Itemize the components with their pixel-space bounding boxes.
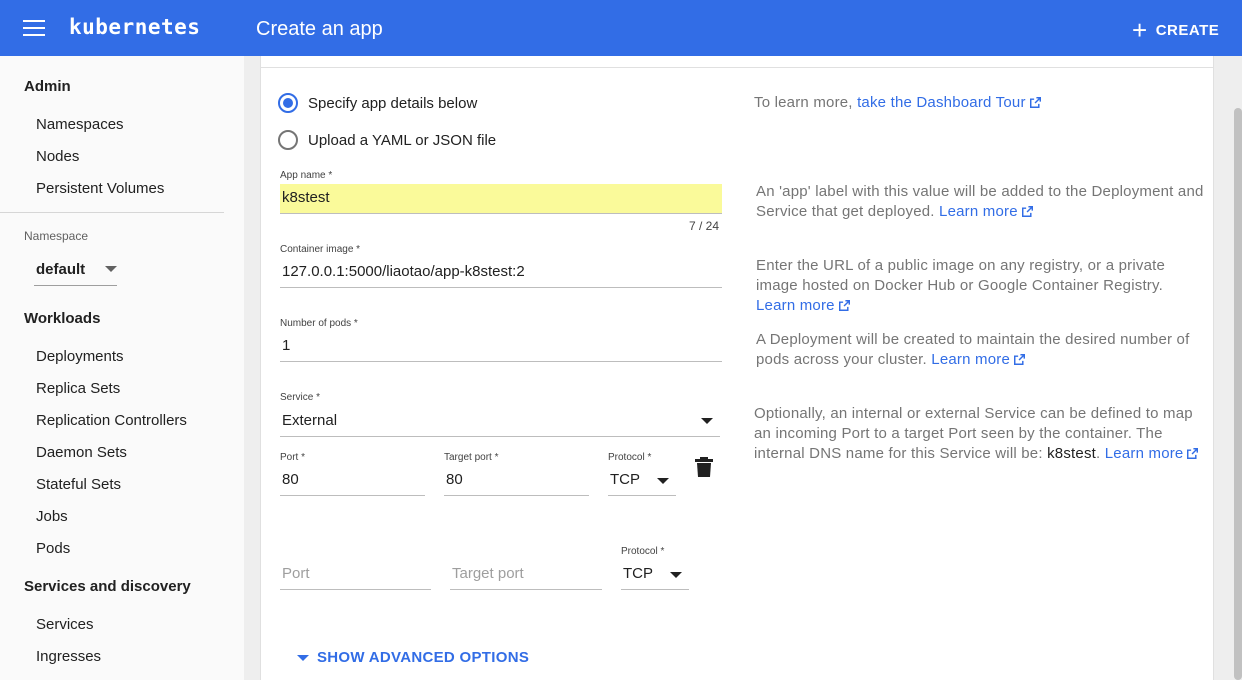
sidebar: Admin Namespaces Nodes Persistent Volume… xyxy=(0,56,244,680)
pods-label: Number of pods * xyxy=(280,318,358,329)
container-image-label: Container image * xyxy=(280,244,361,255)
sidebar-item-daemon-sets[interactable]: Daemon Sets xyxy=(36,444,127,461)
help-app-name: An 'app' label with this value will be a… xyxy=(756,182,1206,222)
open-in-new-icon xyxy=(1029,97,1041,108)
learn-more-link[interactable]: Learn more xyxy=(756,297,850,314)
caret-down-icon xyxy=(670,572,682,578)
learn-more-label: Learn more xyxy=(931,351,1011,368)
sidebar-item-deployments[interactable]: Deployments xyxy=(36,348,124,365)
sidebar-item-stateful-sets[interactable]: Stateful Sets xyxy=(36,476,121,493)
namespace-label: Namespace xyxy=(24,229,89,243)
help-tour: To learn more, take the Dashboard Tour xyxy=(754,93,1204,113)
namespace-value: default xyxy=(36,261,86,278)
service-dns-name: k8stest xyxy=(1047,445,1097,462)
sidebar-heading-services[interactable]: Services and discovery xyxy=(24,578,191,595)
learn-more-label: Learn more xyxy=(756,297,835,314)
open-in-new-icon xyxy=(838,300,850,311)
plus-icon: + xyxy=(1132,15,1148,45)
caret-down-icon xyxy=(105,266,117,272)
create-button[interactable]: + CREATE xyxy=(1132,15,1220,45)
app-name-input[interactable]: k8stest xyxy=(280,184,722,214)
menu-icon[interactable] xyxy=(23,20,45,36)
sidebar-item-persistent-volumes[interactable]: Persistent Volumes xyxy=(36,180,164,197)
protocol-label: Protocol * xyxy=(608,452,652,463)
sidebar-item-pods[interactable]: Pods xyxy=(36,540,70,557)
learn-more-link[interactable]: Learn more xyxy=(1105,445,1199,462)
show-advanced-options-button[interactable]: SHOW ADVANCED OPTIONS xyxy=(297,649,529,666)
radio-upload-label[interactable]: Upload a YAML or JSON file xyxy=(308,132,496,149)
help-container-image: Enter the URL of a public image on any r… xyxy=(756,256,1206,316)
help-service-suffix: . xyxy=(1096,445,1101,462)
learn-more-link[interactable]: Learn more xyxy=(939,203,1033,220)
sidebar-item-nodes[interactable]: Nodes xyxy=(36,148,79,165)
service-select[interactable]: External xyxy=(280,407,720,437)
radio-specify-label[interactable]: Specify app details below xyxy=(308,95,477,112)
namespace-select[interactable]: default xyxy=(34,258,117,286)
sidebar-heading-admin[interactable]: Admin xyxy=(24,78,71,95)
target-port-input-empty[interactable]: Target port xyxy=(450,560,602,590)
help-image-text: Enter the URL of a public image on any r… xyxy=(756,257,1166,294)
sidebar-item-namespaces[interactable]: Namespaces xyxy=(36,116,124,133)
open-in-new-icon xyxy=(1021,206,1033,217)
target-port-input[interactable]: 80 xyxy=(444,466,589,496)
sidebar-item-replication-controllers[interactable]: Replication Controllers xyxy=(36,412,187,429)
protocol-label-2: Protocol * xyxy=(621,546,665,557)
card-divider xyxy=(261,67,1213,68)
show-advanced-options-label: SHOW ADVANCED OPTIONS xyxy=(317,649,530,666)
app-name-label: App name * xyxy=(280,170,333,181)
container-image-input[interactable]: 127.0.0.1:5000/liaotao/app-k8stest:2 xyxy=(280,258,722,288)
help-tour-prefix: To learn more, xyxy=(754,94,853,111)
target-port-label: Target port * xyxy=(444,452,499,463)
open-in-new-icon xyxy=(1187,448,1199,459)
create-app-card: Specify app details below Upload a YAML … xyxy=(260,56,1214,680)
caret-down-icon xyxy=(657,478,669,484)
learn-more-link[interactable]: Learn more xyxy=(931,351,1026,368)
dashboard-tour-link-label: take the Dashboard Tour xyxy=(857,94,1026,111)
service-label: Service * xyxy=(280,392,321,403)
learn-more-label: Learn more xyxy=(1104,445,1184,462)
page-title: Create an app xyxy=(256,18,383,40)
scrollbar-thumb[interactable] xyxy=(1234,108,1242,680)
delete-icon[interactable] xyxy=(695,457,713,477)
sidebar-item-ingresses[interactable]: Ingresses xyxy=(36,648,101,665)
open-in-new-icon xyxy=(1014,354,1026,365)
caret-down-icon xyxy=(701,418,713,424)
port-label: Port * xyxy=(280,452,306,463)
learn-more-label: Learn more xyxy=(939,203,1018,220)
caret-down-icon xyxy=(297,654,309,661)
sidebar-item-services[interactable]: Services xyxy=(36,616,94,633)
sidebar-item-jobs[interactable]: Jobs xyxy=(36,508,68,525)
sidebar-divider xyxy=(0,212,224,213)
port-input-empty[interactable]: Port xyxy=(280,560,431,590)
pods-input[interactable]: 1 xyxy=(280,332,722,362)
help-pods: A Deployment will be created to maintain… xyxy=(756,330,1206,370)
top-app-bar: kubernetes Create an app + CREATE xyxy=(0,0,1242,56)
radio-upload-file[interactable] xyxy=(278,130,298,150)
create-button-label: CREATE xyxy=(1155,21,1220,39)
app-name-counter: 7 / 24 xyxy=(688,219,719,233)
help-service: Optionally, an internal or external Serv… xyxy=(754,404,1204,464)
sidebar-heading-workloads[interactable]: Workloads xyxy=(24,310,100,327)
radio-specify-details[interactable] xyxy=(278,93,298,113)
sidebar-item-replica-sets[interactable]: Replica Sets xyxy=(36,380,120,397)
port-input[interactable]: 80 xyxy=(280,466,425,496)
kubernetes-logo[interactable]: kubernetes xyxy=(69,15,200,39)
dashboard-tour-link[interactable]: take the Dashboard Tour xyxy=(857,94,1041,111)
